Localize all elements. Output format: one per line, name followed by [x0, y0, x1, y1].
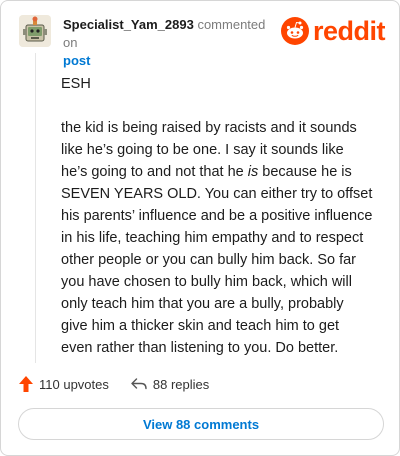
replies-count: 88 replies [152, 376, 210, 392]
comment-body: ESH the kid is being raised by racists a… [61, 73, 373, 381]
comment-actions: 110 upvotes 88 replies [19, 373, 231, 395]
upvote-action[interactable]: 110 upvotes [19, 376, 109, 392]
reddit-wordmark: reddit [312, 16, 386, 46]
avatar[interactable] [19, 15, 51, 47]
comment-meta: Specialist_Yam_2893 commented on post [63, 16, 283, 70]
snoo-avatar-icon [19, 15, 51, 47]
upvote-count: 110 upvotes [39, 376, 109, 392]
comment-paragraph: ESH [61, 76, 91, 92]
replies-action[interactable]: 88 replies [131, 377, 209, 392]
view-comments-button[interactable]: View 88 comments [18, 408, 384, 440]
reddit-logo[interactable]: reddit [280, 16, 386, 46]
reddit-snoo-icon [280, 17, 309, 45]
comment-paragraph: the kid is being raised by racists and i… [61, 117, 373, 359]
comment-text-segment: because he is SEVEN YEARS OLD. You can e… [61, 164, 373, 356]
comment-card: Specialist_Yam_2893 commented on post re… [0, 0, 400, 456]
thread-line [35, 53, 36, 363]
reply-arrow-icon[interactable] [131, 378, 147, 390]
post-link[interactable]: post [63, 52, 283, 70]
upvote-arrow-icon[interactable] [19, 376, 33, 392]
comment-italic-text: is [247, 164, 259, 180]
username[interactable]: Specialist_Yam_2893 [63, 17, 194, 32]
comment-header: Specialist_Yam_2893 commented on post re… [19, 13, 386, 68]
